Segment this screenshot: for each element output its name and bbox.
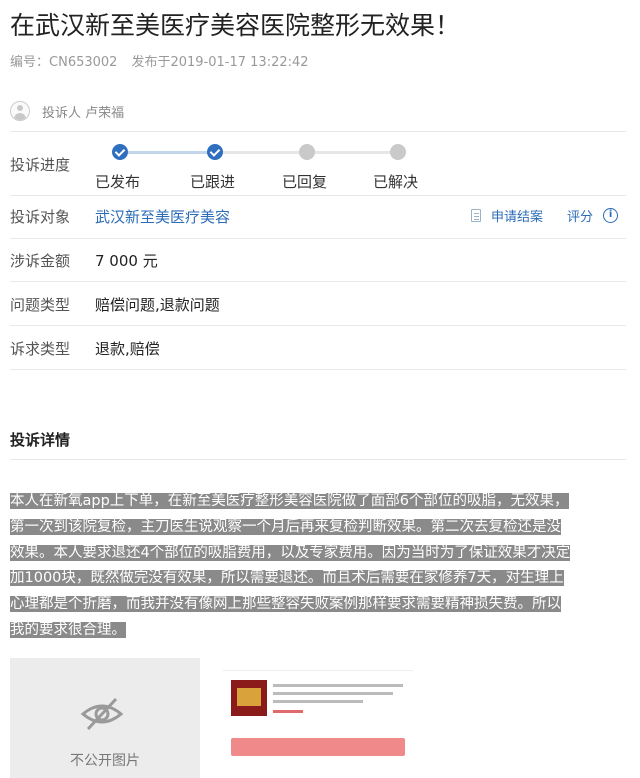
complaint-detail-text: 本人在新氧app上下单，在新至美医疗整形美容医院做了面部6个部位的吸脂，无效果，… [10,489,630,644]
issue-type-value: 赔偿问题,退款问题 [95,296,220,314]
progress-track [119,151,399,154]
id-value: CN653002 [49,55,118,70]
eye-off-icon [80,697,124,731]
target-link[interactable]: 武汉新至美医疗美容 [95,206,230,227]
screenshot-text-line [273,684,403,687]
progress-label: 投诉进度 [10,156,71,174]
order-screenshot-image[interactable] [223,658,413,778]
issue-type-label: 问题类型 [10,296,71,314]
info-icon[interactable]: i [603,207,619,223]
amount-label: 涉诉金额 [10,252,71,270]
target-label: 投诉对象 [10,208,71,226]
complainant-name: 卢荣福 [85,105,125,121]
divider [10,131,626,132]
check-icon [112,144,128,160]
step-label-resolved: 已解决 [373,173,419,191]
screenshot-text-line [273,692,393,695]
apply-close-button[interactable]: 申请结案 [491,206,543,225]
step-pending-dot [299,144,315,160]
target-actions: 申请结案 评分 i [471,205,619,225]
detail-line: 第一次到该院复检，主刀医生说观察一个月后再来复检判断效果。第二次去复检还是没 [10,518,561,535]
divider [10,325,626,326]
appeal-type-label: 诉求类型 [10,340,71,358]
step-label-followed: 已跟进 [190,173,236,191]
screenshot-header-bar [223,658,413,671]
divider [10,238,626,239]
amount-value: 7 000 元 [95,252,158,270]
detail-line: 加1000块，既然做完没有效果，所以需要退还。而且术后需要在家修养7天，对生理上 [10,570,564,587]
detail-line: 我的要求很合理。 [10,621,126,638]
detail-line: 效果。本人要求退还4个部位的吸脂费用，以及专家费用。因为当时为了保证效果才决定 [10,544,571,561]
step-label-published: 已发布 [95,173,141,191]
progress-fill [119,151,215,154]
published-label: 发布于 [131,55,171,70]
private-image-label: 不公开图片 [70,753,140,769]
divider [10,281,626,282]
user-avatar-icon [10,101,30,121]
details-section-title: 投诉详情 [10,431,71,449]
step-pending-dot [390,144,406,160]
private-image-placeholder[interactable]: 不公开图片 [10,658,200,778]
screenshot-text-line [273,700,363,703]
step-label-replied: 已回复 [282,173,328,191]
screenshot-product-thumbnail [231,680,267,716]
appeal-type-value: 退款,赔偿 [95,340,160,358]
detail-line: 本人在新氧app上下单，在新至美医疗整形美容医院做了面部6个部位的吸脂，无效果， [10,493,569,509]
divider [10,195,626,196]
divider [10,369,626,370]
screenshot-price-line [273,710,303,713]
published-at: 2019-01-17 13:22:42 [170,55,309,70]
rate-button[interactable]: 评分 [567,206,593,225]
complainant-label: 投诉人 [42,105,82,121]
complaint-page: 在武汉新至美医疗美容医院整形无效果！ 编号：CN653002 发布于2019-01… [0,0,640,778]
detail-line: 心理都是个折磨，而我并没有像网上那些整容失败案例那样要求需要精神损失费。所以 [10,596,561,613]
document-icon [471,208,481,222]
screenshot-button [231,738,405,756]
complaint-meta: 编号：CN653002 发布于2019-01-17 13:22:42 [10,51,309,70]
check-icon [207,144,223,160]
divider [10,459,626,460]
page-title: 在武汉新至美医疗美容医院整形无效果！ [10,11,461,40]
complainant-row: 投诉人 卢荣福 [10,100,124,122]
id-label: 编号： [10,55,50,70]
